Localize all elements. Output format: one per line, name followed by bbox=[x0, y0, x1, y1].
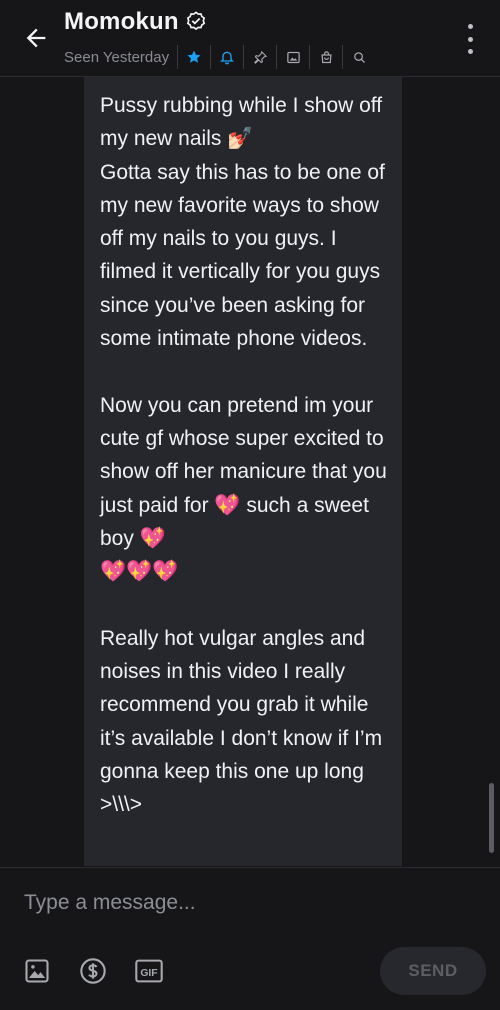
bag-icon[interactable] bbox=[309, 45, 342, 69]
attach-image-button[interactable] bbox=[22, 958, 52, 988]
more-vertical-icon[interactable] bbox=[458, 24, 482, 54]
message-list[interactable]: Pussy rubbing while I show off my new na… bbox=[0, 77, 500, 866]
message-text: Pussy rubbing while I show off my new na… bbox=[100, 94, 387, 817]
bell-icon[interactable] bbox=[210, 45, 243, 69]
menu-dot bbox=[467, 49, 473, 54]
scrollbar[interactable] bbox=[489, 783, 494, 853]
message-composer: GIF SEND bbox=[0, 867, 500, 1010]
gif-icon: GIF bbox=[134, 957, 164, 990]
star-icon[interactable] bbox=[177, 45, 210, 69]
pin-icon[interactable] bbox=[243, 45, 276, 69]
image-icon[interactable] bbox=[276, 45, 309, 69]
gif-button[interactable]: GIF bbox=[134, 958, 164, 988]
verified-icon bbox=[185, 11, 207, 33]
page-title[interactable]: Momokun bbox=[64, 8, 179, 36]
send-button[interactable]: SEND bbox=[380, 947, 486, 995]
back-arrow-icon bbox=[22, 24, 50, 57]
back-button[interactable] bbox=[18, 22, 54, 58]
dollar-icon bbox=[79, 957, 107, 990]
title-row: Momokun bbox=[64, 8, 207, 36]
chat-screen: Momokun Seen Yesterday Pussy rubbing whi… bbox=[0, 0, 500, 1010]
message-input[interactable] bbox=[22, 882, 476, 924]
search-icon[interactable] bbox=[342, 45, 375, 69]
image-icon bbox=[23, 957, 51, 990]
chat-header: Momokun Seen Yesterday bbox=[0, 0, 500, 77]
message-bubble[interactable]: Pussy rubbing while I show off my new na… bbox=[84, 77, 402, 866]
menu-dot bbox=[467, 24, 473, 29]
menu-dot bbox=[467, 36, 473, 42]
status-row: Seen Yesterday bbox=[64, 44, 375, 70]
last-seen-status: Seen Yesterday bbox=[64, 48, 170, 66]
svg-text:GIF: GIF bbox=[140, 968, 157, 979]
tip-button[interactable] bbox=[78, 957, 108, 990]
